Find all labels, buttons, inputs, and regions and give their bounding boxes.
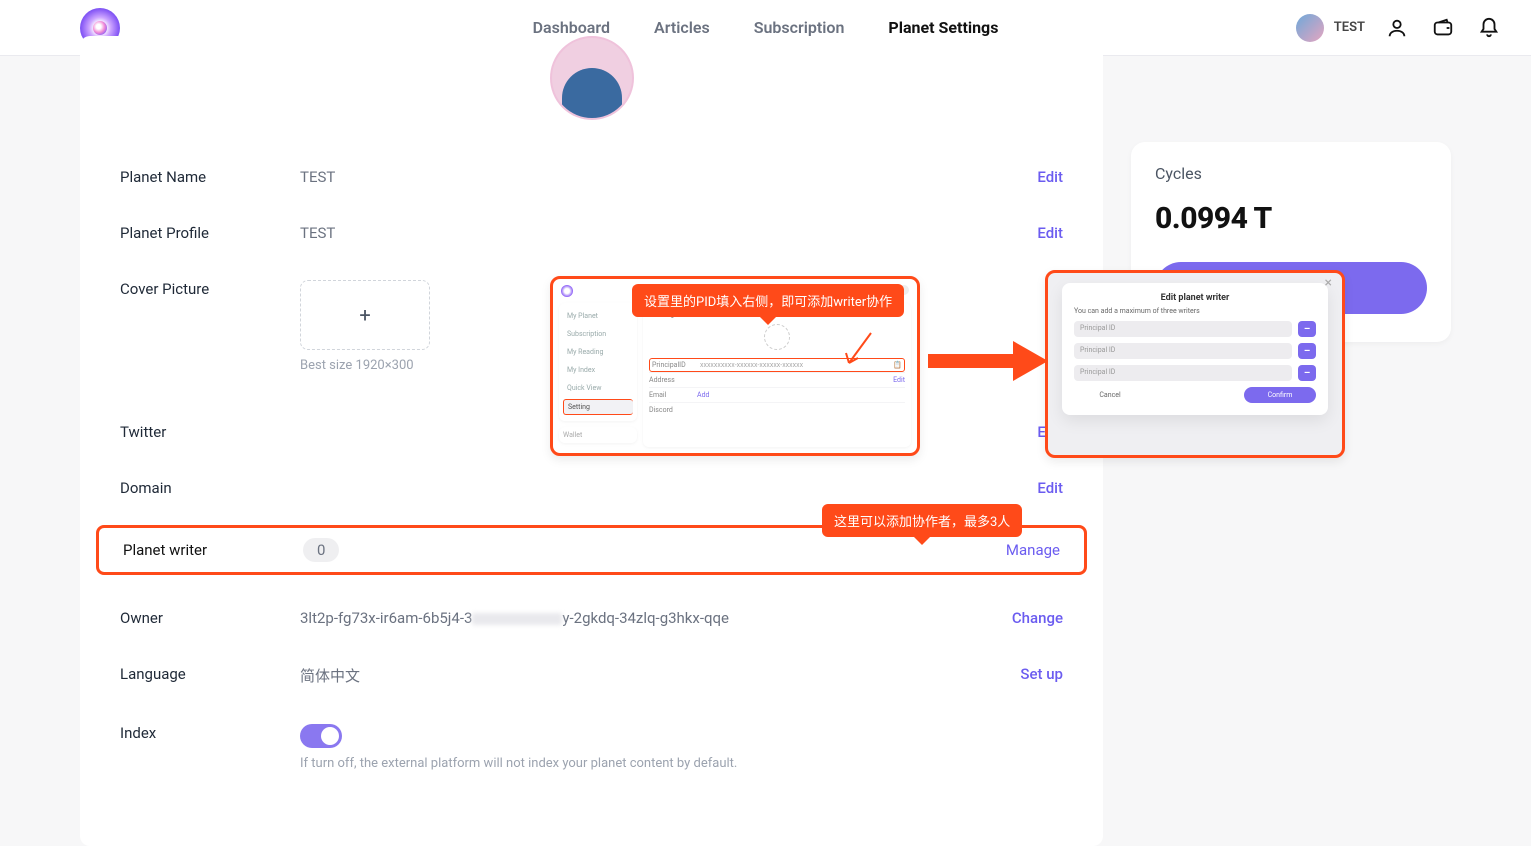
bell-icon[interactable] <box>1475 14 1503 42</box>
user-avatar[interactable] <box>1296 14 1324 42</box>
modal-confirm: Confirm <box>1244 387 1316 403</box>
planet-name-value: TEST <box>300 168 1037 186</box>
planet-profile-label: Planet Profile <box>120 224 300 242</box>
close-icon: × <box>1325 275 1332 291</box>
language-label: Language <box>120 665 300 683</box>
owner-label: Owner <box>120 609 300 627</box>
annotation-arrow-large <box>928 336 1048 386</box>
annotation-screenshot-modal: × Edit planet writer You can add a maxim… <box>1045 270 1345 458</box>
index-hint: If turn off, the external platform will … <box>300 756 1063 771</box>
cover-upload-button[interactable]: + <box>300 280 430 350</box>
owner-redacted <box>472 613 562 625</box>
annotation-arrow-small <box>843 331 873 371</box>
modal-title: Edit planet writer <box>1074 293 1316 303</box>
writer-count-badge: 0 <box>303 538 339 562</box>
cycles-value: 0.0994 T <box>1155 201 1427 236</box>
annotation-callout-top: 设置里的PID填入右侧，即可添加writer协作 <box>632 284 904 317</box>
writer-label: Planet writer <box>123 541 303 559</box>
wallet-icon[interactable] <box>1429 14 1457 42</box>
language-value: 简体中文 <box>300 665 1020 686</box>
domain-edit[interactable]: Edit <box>1037 479 1063 497</box>
twitter-label: Twitter <box>120 423 300 441</box>
modal-subtitle: You can add a maximum of three writers <box>1074 307 1316 315</box>
planet-profile-value: TEST <box>300 224 1037 242</box>
annotation-callout-bottom: 这里可以添加协作者，最多3人 <box>822 504 1022 537</box>
domain-label: Domain <box>120 479 300 497</box>
planet-profile-edit[interactable]: Edit <box>1037 224 1063 242</box>
cycles-label: Cycles <box>1155 164 1427 183</box>
language-setup[interactable]: Set up <box>1020 665 1063 683</box>
modal-cancel: Cancel <box>1074 387 1146 403</box>
index-toggle[interactable] <box>300 724 342 748</box>
account-icon[interactable] <box>1383 14 1411 42</box>
owner-value: 3lt2p-fg73x-ir6am-6b5j4-3y-2gkdq-34zlq-g… <box>300 609 1012 627</box>
user-name: TEST <box>1334 20 1365 35</box>
index-label: Index <box>120 724 300 742</box>
owner-change[interactable]: Change <box>1012 609 1063 627</box>
planet-name-edit[interactable]: Edit <box>1037 168 1063 186</box>
cover-label: Cover Picture <box>120 280 300 298</box>
writer-manage[interactable]: Manage <box>1006 541 1060 559</box>
planet-avatar[interactable] <box>550 36 634 120</box>
planet-name-label: Planet Name <box>120 168 300 186</box>
